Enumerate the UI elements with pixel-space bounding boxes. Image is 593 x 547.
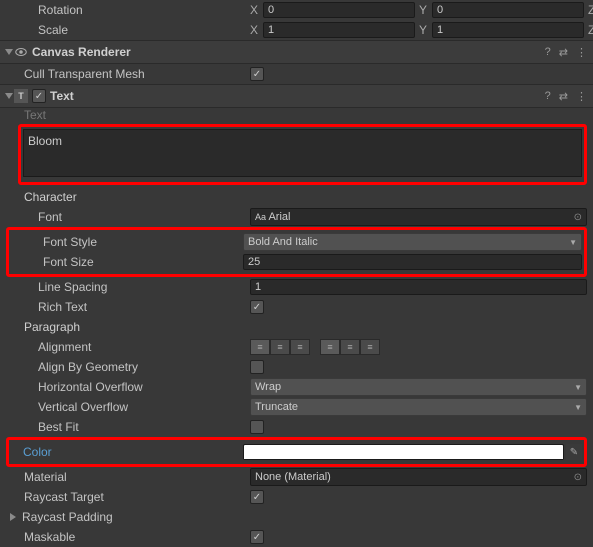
alignment-row: Alignment ≡ ≡ ≡ ≡ ≡ ≡ <box>0 337 593 357</box>
scale-label: Scale <box>6 23 250 37</box>
highlight-text <box>18 124 587 185</box>
align-geom-checkbox[interactable] <box>250 360 264 374</box>
menu-icon[interactable]: ⋮ <box>576 90 587 103</box>
text-label-row: Text <box>0 108 593 122</box>
font-size-input[interactable] <box>243 254 582 270</box>
font-size-row: Font Size <box>11 252 582 272</box>
text-enabled-checkbox[interactable]: ✓ <box>32 89 46 103</box>
cull-label: Cull Transparent Mesh <box>6 67 250 81</box>
axis-x: X <box>250 3 260 17</box>
raycast-row: Raycast Target ✓ <box>0 487 593 507</box>
character-row: Character <box>0 187 593 207</box>
axis-y: Y <box>419 3 429 17</box>
maskable-checkbox[interactable]: ✓ <box>250 530 264 544</box>
v-overflow-dropdown[interactable]: Truncate▼ <box>250 398 587 416</box>
font-field[interactable]: Aa Arial⊙ <box>250 208 587 226</box>
color-label: Color <box>11 445 243 459</box>
alignment-label: Alignment <box>6 340 250 354</box>
line-spacing-input[interactable] <box>250 279 587 295</box>
highlight-color: Color ✎ <box>6 437 587 467</box>
text-field-label: Text <box>6 108 250 122</box>
material-field[interactable]: None (Material)⊙ <box>250 468 587 486</box>
material-label: Material <box>6 470 250 484</box>
rotation-label: Rotation <box>6 3 250 17</box>
rotation-y-input[interactable] <box>432 2 584 18</box>
text-component-header[interactable]: T ✓ Text ? ⇄ ⋮ <box>0 84 593 108</box>
align-left-button[interactable]: ≡ <box>250 339 270 355</box>
scale-row: Scale X Y Z <box>0 20 593 40</box>
help-icon[interactable]: ? <box>545 90 551 103</box>
menu-icon[interactable]: ⋮ <box>576 46 587 59</box>
line-spacing-label: Line Spacing <box>6 280 250 294</box>
rotation-row: Rotation X Y Z <box>0 0 593 20</box>
font-size-label: Font Size <box>11 255 243 269</box>
cull-checkbox[interactable]: ✓ <box>250 67 264 81</box>
align-center-button[interactable]: ≡ <box>270 339 290 355</box>
scale-x-input[interactable] <box>263 22 415 38</box>
line-spacing-row: Line Spacing <box>0 277 593 297</box>
rich-text-checkbox[interactable]: ✓ <box>250 300 264 314</box>
axis-z: Z <box>588 23 593 37</box>
material-row: Material None (Material)⊙ <box>0 467 593 487</box>
raycast-checkbox[interactable]: ✓ <box>250 490 264 504</box>
chevron-down-icon: ▼ <box>574 403 582 412</box>
font-row: Font Aa Arial⊙ <box>0 207 593 227</box>
preset-icon[interactable]: ⇄ <box>559 46 568 59</box>
rich-text-row: Rich Text ✓ <box>0 297 593 317</box>
font-style-row: Font Style Bold And Italic▼ <box>11 232 582 252</box>
character-label: Character <box>6 190 250 204</box>
help-icon[interactable]: ? <box>545 46 551 59</box>
foldout-icon[interactable] <box>5 49 13 55</box>
font-style-label: Font Style <box>11 235 243 249</box>
best-fit-label: Best Fit <box>6 420 250 434</box>
v-overflow-label: Vertical Overflow <box>6 400 250 414</box>
font-label: Font <box>6 210 250 224</box>
object-picker-icon[interactable]: ⊙ <box>574 212 582 223</box>
raycast-label: Raycast Target <box>6 490 250 504</box>
best-fit-row: Best Fit <box>0 417 593 437</box>
chevron-down-icon: ▼ <box>569 238 577 247</box>
raycast-padding-label: Raycast Padding <box>18 510 262 524</box>
preset-icon[interactable]: ⇄ <box>559 90 568 103</box>
h-overflow-row: Horizontal Overflow Wrap▼ <box>0 377 593 397</box>
v-overflow-row: Vertical Overflow Truncate▼ <box>0 397 593 417</box>
align-geom-row: Align By Geometry <box>0 357 593 377</box>
paragraph-label: Paragraph <box>6 320 250 334</box>
best-fit-checkbox[interactable] <box>250 420 264 434</box>
h-overflow-dropdown[interactable]: Wrap▼ <box>250 378 587 396</box>
text-component-icon: T <box>14 89 28 103</box>
chevron-down-icon: ▼ <box>574 383 582 392</box>
alignment-buttons: ≡ ≡ ≡ ≡ ≡ ≡ <box>250 339 388 355</box>
h-overflow-label: Horizontal Overflow <box>6 380 250 394</box>
text-value-input[interactable] <box>23 129 582 177</box>
align-middle-button[interactable]: ≡ <box>340 339 360 355</box>
eyedropper-icon[interactable]: ✎ <box>566 444 582 460</box>
axis-y: Y <box>419 23 429 37</box>
visibility-icon <box>14 45 28 59</box>
maskable-label: Maskable <box>6 530 250 544</box>
axis-x: X <box>250 23 260 37</box>
scale-y-input[interactable] <box>432 22 584 38</box>
paragraph-row: Paragraph <box>0 317 593 337</box>
align-geom-label: Align By Geometry <box>6 360 250 374</box>
color-row: Color ✎ <box>11 442 582 462</box>
foldout-icon[interactable] <box>10 513 16 521</box>
cull-row: Cull Transparent Mesh ✓ <box>0 64 593 84</box>
font-style-dropdown[interactable]: Bold And Italic▼ <box>243 233 582 251</box>
align-top-button[interactable]: ≡ <box>320 339 340 355</box>
axis-z: Z <box>588 3 593 17</box>
align-bottom-button[interactable]: ≡ <box>360 339 380 355</box>
rotation-x-input[interactable] <box>263 2 415 18</box>
rich-text-label: Rich Text <box>6 300 250 314</box>
foldout-icon[interactable] <box>5 93 13 99</box>
raycast-padding-row[interactable]: Raycast Padding <box>0 507 593 527</box>
object-picker-icon[interactable]: ⊙ <box>574 472 582 483</box>
align-right-button[interactable]: ≡ <box>290 339 310 355</box>
canvas-renderer-header[interactable]: Canvas Renderer ? ⇄ ⋮ <box>0 40 593 64</box>
maskable-row: Maskable ✓ <box>0 527 593 547</box>
color-swatch[interactable] <box>243 444 564 460</box>
canvas-renderer-title: Canvas Renderer <box>32 45 131 59</box>
text-component-title: Text <box>50 89 74 103</box>
highlight-fontstyle-size: Font Style Bold And Italic▼ Font Size <box>6 227 587 277</box>
